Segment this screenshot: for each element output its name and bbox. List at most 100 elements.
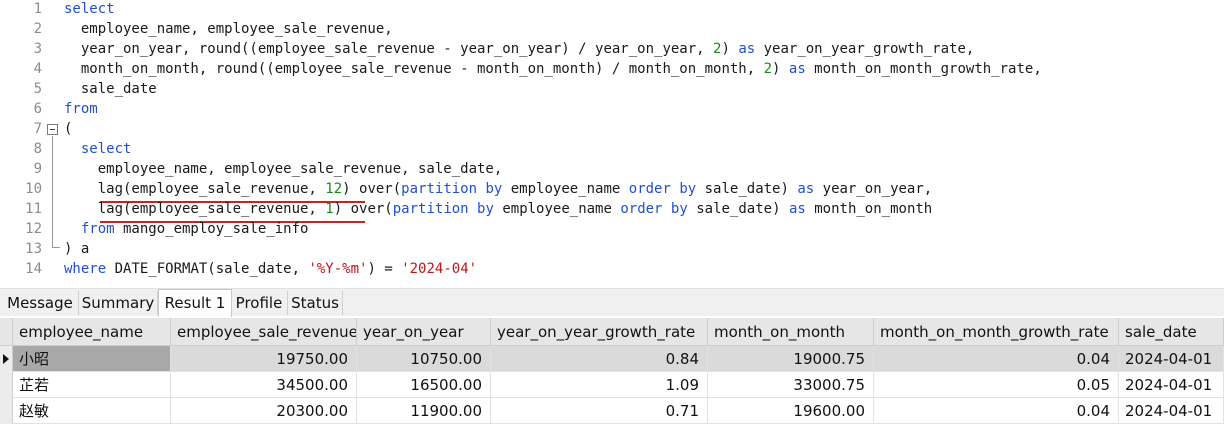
sql-text: year_on_year,	[814, 181, 933, 197]
result-tabs: Message Summary Result 1 Profile Status	[0, 288, 1224, 317]
result-grid[interactable]: employee_name employee_sale_revenue year…	[0, 318, 1224, 425]
row-selector[interactable]	[0, 346, 13, 372]
sql-keyword: as	[738, 41, 756, 57]
sql-number: 2	[763, 61, 773, 77]
sql-text: employee_name, employee_sale_revenue, sa…	[64, 161, 503, 177]
sql-keyword: order by	[620, 201, 688, 217]
line-number: 6	[33, 101, 42, 117]
column-header[interactable]: year_on_year	[357, 318, 491, 346]
table-cell[interactable]: 芷若	[13, 372, 171, 398]
line-number: 7	[33, 121, 42, 137]
column-header[interactable]: employee_sale_revenue	[171, 318, 357, 346]
table-cell[interactable]: 10750.00	[357, 346, 491, 372]
row-selector[interactable]	[0, 398, 13, 424]
row-selector[interactable]	[0, 372, 13, 398]
sql-text: sale_date)	[696, 181, 798, 197]
column-header[interactable]: month_on_month_growth_rate	[874, 318, 1119, 346]
column-header[interactable]: employee_name	[13, 318, 171, 346]
table-cell[interactable]: 16500.00	[357, 372, 491, 398]
sql-text: )	[772, 61, 789, 77]
code-line[interactable]: from mango_employ_sale_info	[64, 221, 309, 237]
sql-text: month_on_month	[805, 201, 933, 217]
code-line[interactable]: year_on_year, round((employee_sale_reven…	[64, 41, 974, 57]
column-header[interactable]: month_on_month	[708, 318, 874, 346]
code-line[interactable]: sale_date	[64, 81, 157, 97]
sql-number: 12	[325, 181, 343, 197]
sql-text: ) over(	[342, 181, 402, 197]
sql-keyword: as	[788, 201, 806, 217]
table-cell[interactable]: 34500.00	[171, 372, 357, 398]
sql-number: 1	[325, 201, 334, 217]
code-line[interactable]: lag(employee_sale_revenue, 1) over(parti…	[64, 201, 933, 217]
code-line[interactable]: ) a	[64, 241, 89, 257]
table-cell[interactable]: 20300.00	[171, 398, 357, 424]
table-cell[interactable]: 2024-04-01	[1119, 398, 1224, 424]
code-line[interactable]: from	[64, 101, 98, 117]
sql-string: '2024-04'	[401, 261, 478, 277]
table-cell[interactable]: 33000.75	[708, 372, 874, 398]
table-cell[interactable]: 2024-04-01	[1119, 346, 1224, 372]
sql-text: lag(employee_sale_revenue,	[64, 181, 326, 197]
column-header[interactable]: year_on_year_growth_rate	[491, 318, 708, 346]
sql-text: year_on_year_growth_rate,	[755, 41, 975, 57]
grid-corner	[0, 318, 13, 346]
line-number: 1	[33, 1, 42, 17]
table-cell[interactable]: 11900.00	[357, 398, 491, 424]
sql-text: ) =	[367, 261, 402, 277]
table-cell[interactable]: 19600.00	[708, 398, 874, 424]
sql-keyword: from	[80, 221, 115, 237]
sql-text: employee_name	[502, 181, 629, 197]
line-number: 13	[25, 241, 42, 257]
code-line[interactable]: (	[64, 121, 72, 137]
sql-text: ) over(	[333, 201, 393, 217]
table-cell[interactable]: 2024-04-01	[1119, 372, 1224, 398]
sql-text: month_on_month_growth_rate,	[805, 61, 1042, 77]
line-number: 2	[33, 21, 42, 37]
tab-summary[interactable]: Summary	[79, 291, 158, 315]
table-cell[interactable]: 19000.75	[708, 346, 874, 372]
code-line[interactable]: select	[64, 1, 115, 17]
sql-text: DATE_FORMAT(sale_date,	[106, 261, 309, 277]
tab-profile[interactable]: Profile	[231, 291, 288, 315]
code-line[interactable]: employee_name, employee_sale_revenue, sa…	[64, 161, 503, 177]
code-line[interactable]: lag(employee_sale_revenue, 12) over(part…	[64, 181, 933, 197]
sql-keyword: select	[64, 1, 115, 17]
table-cell[interactable]: 赵敏	[13, 398, 171, 424]
sql-keyword: as	[788, 61, 806, 77]
tab-message[interactable]: Message	[2, 291, 79, 315]
fold-toggle-icon[interactable]	[47, 124, 58, 135]
table-cell[interactable]: 0.04	[874, 346, 1119, 372]
code-line[interactable]: where DATE_FORMAT(sale_date, '%Y-%m') = …	[64, 261, 477, 277]
table-cell[interactable]: 0.04	[874, 398, 1119, 424]
column-header[interactable]: sale_date	[1119, 318, 1224, 346]
table-cell[interactable]: 19750.00	[171, 346, 357, 372]
fold-guide-end	[52, 247, 60, 248]
code-line[interactable]: month_on_month, round((employee_sale_rev…	[64, 61, 1042, 77]
code-line[interactable]: select	[64, 141, 132, 157]
table-cell[interactable]: 0.84	[491, 346, 708, 372]
sql-text: year_on_year, round((employee_sale_reven…	[64, 41, 714, 57]
table-cell[interactable]: 0.05	[874, 372, 1119, 398]
sql-keyword: select	[80, 141, 132, 157]
table-cell[interactable]: 小昭	[13, 346, 171, 372]
sql-text: employee_name, employee_sale_revenue,	[64, 21, 393, 37]
table-cell[interactable]: 0.71	[491, 398, 708, 424]
table-cell[interactable]: 1.09	[491, 372, 708, 398]
tab-status[interactable]: Status	[288, 291, 343, 315]
sql-string: '%Y-%m'	[308, 261, 368, 277]
sql-keyword: as	[797, 181, 815, 197]
line-number: 10	[25, 181, 42, 197]
line-number: 11	[25, 201, 42, 217]
line-number: 9	[33, 161, 42, 177]
tab-result-1[interactable]: Result 1	[158, 289, 232, 317]
sql-text: (	[64, 121, 73, 137]
sql-text: sale_date)	[687, 201, 789, 217]
line-number: 12	[25, 221, 42, 237]
sql-keyword: partition by	[392, 201, 494, 217]
sql-keyword: where	[64, 261, 107, 277]
current-row-arrow-icon	[3, 354, 9, 364]
sql-editor[interactable]: 1 2 3 4 5 6 7 8 9 10 11 12 13 14 select employee_name,…	[0, 0, 1224, 284]
code-line[interactable]: employee_name, employee_sale_revenue,	[64, 21, 393, 37]
sql-text: ) a	[64, 241, 90, 257]
